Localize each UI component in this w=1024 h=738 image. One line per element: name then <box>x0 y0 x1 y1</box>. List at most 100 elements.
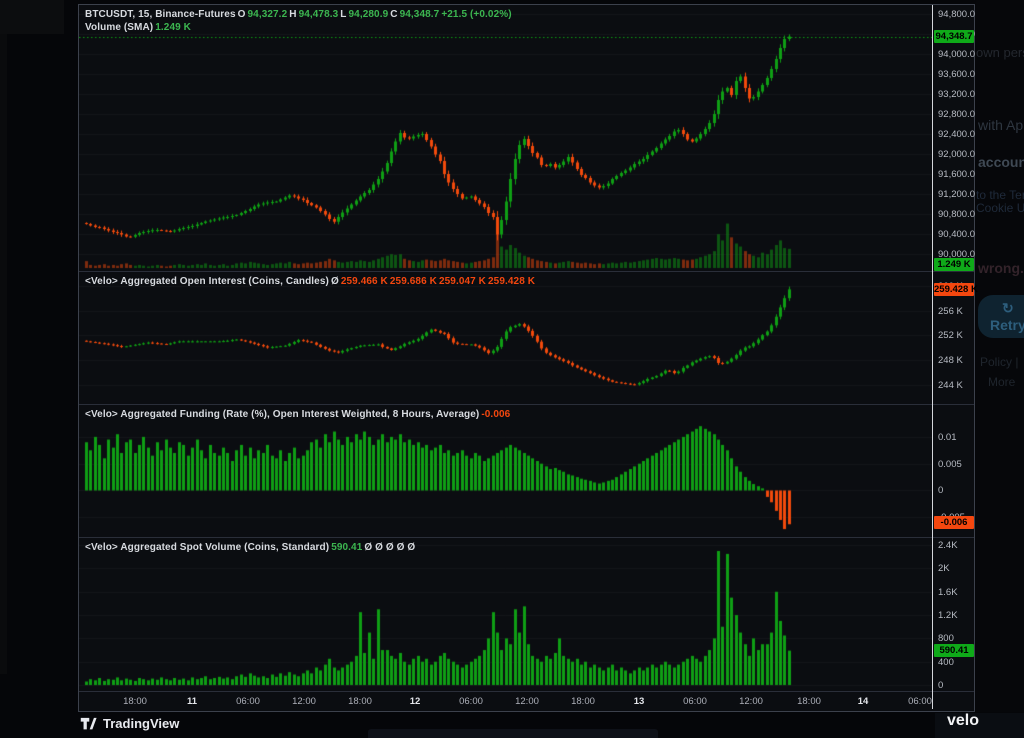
symbol-legend[interactable]: BTCUSDT, 15, Binance-FuturesO94,327.2H94… <box>85 9 514 20</box>
legend-text: 94,280.9 <box>349 9 389 20</box>
time-tick-label: 18:00 <box>797 696 821 707</box>
legend-text: <Velo> Aggregated Open Interest (Coins, … <box>85 276 329 287</box>
background-text-fragment: More <box>988 375 1015 389</box>
axis-tick-label: 244 K <box>938 380 963 391</box>
retry-button[interactable]: ↻ Retry <box>978 295 1024 338</box>
time-tick-label: 06:00 <box>459 696 483 707</box>
time-tick-label: 12:00 <box>739 696 763 707</box>
axis-tick-label: 2.4K <box>938 540 958 551</box>
orange-value-tag: -0.006 <box>934 516 974 529</box>
legend-text: <Velo> Aggregated Funding (Rate (%), Ope… <box>85 409 479 420</box>
background-text-fragment: Cookie U <box>976 201 1024 215</box>
time-tick-label: 13 <box>634 696 645 707</box>
axis-tick-label: 1.6K <box>938 587 958 598</box>
green-value-tag: 1.249 K <box>934 258 974 271</box>
legend-text: 259.466 K <box>341 276 388 287</box>
axis-tick-label: 400 <box>938 657 954 668</box>
axis-tick-label: 94,800.0 <box>938 9 975 20</box>
spot-volume-pane-canvas[interactable] <box>79 538 932 691</box>
axis-tick-label: 256 K <box>938 306 963 317</box>
background-text-fragment: account <box>978 154 1024 170</box>
tradingview-logo-icon <box>80 717 97 731</box>
time-tick-label: 11 <box>187 696 197 707</box>
background-text-fragment: own perso <box>976 45 1024 60</box>
legend-text: BTCUSDT, 15, Binance-Futures <box>85 9 236 20</box>
time-tick-label: 06:00 <box>236 696 260 707</box>
axis-tick-label: 92,000.0 <box>938 149 975 160</box>
axis-tick-label: 0 <box>938 680 943 691</box>
clipped-bottom-banner <box>368 729 658 738</box>
orange-value-tag: 259.428 K <box>934 283 974 296</box>
price-axis[interactable]: 94,800.094,400.094,000.093,600.093,200.0… <box>933 5 974 692</box>
time-tick-label: 18:00 <box>348 696 372 707</box>
axis-tick-label: 93,200.0 <box>938 89 975 100</box>
page-left-edge <box>0 34 7 674</box>
legend-text: +21.5 (+0.02%) <box>441 9 511 20</box>
time-tick-label: 12 <box>410 696 421 707</box>
legend-text: 1.249 K <box>155 22 191 33</box>
legend-text: L <box>340 9 346 20</box>
legend-text: Volume (SMA) <box>85 22 153 33</box>
legend-text: H <box>289 9 296 20</box>
legend-text: 94,478.3 <box>299 9 339 20</box>
legend-text: Ø <box>331 276 339 287</box>
time-tick-label: 18:00 <box>123 696 147 707</box>
funding-pane-canvas[interactable] <box>79 405 932 537</box>
axis-tick-label: 2K <box>938 563 950 574</box>
axis-tick-label: 92,400.0 <box>938 129 975 140</box>
axis-tick-label: 0.005 <box>938 459 962 470</box>
legend-text: 94,348.7 <box>400 9 440 20</box>
background-text-fragment: with Ap <box>978 117 1023 133</box>
tradingview-page: own perso with Ap account to the TerCookie … <box>0 0 1024 738</box>
axis-tick-label: 252 K <box>938 330 963 341</box>
open-interest-legend[interactable]: <Velo> Aggregated Open Interest (Coins, … <box>85 276 537 287</box>
legend-text: -0.006 <box>481 409 510 420</box>
legend-text: 590.41 <box>331 542 362 553</box>
tradingview-attribution-label: TradingView <box>103 716 179 731</box>
background-text-fragment: to the Ter <box>976 188 1024 202</box>
legend-text: C <box>390 9 397 20</box>
time-tick-label: 18:00 <box>571 696 595 707</box>
green-value-tag: 590.41 <box>934 644 974 657</box>
funding-legend[interactable]: <Velo> Aggregated Funding (Rate (%), Ope… <box>85 409 512 420</box>
axis-tick-label: 0 <box>938 485 943 496</box>
tradingview-attribution[interactable]: TradingView <box>80 716 179 731</box>
axis-tick-label: 94,000.0 <box>938 49 975 60</box>
spot-volume-legend[interactable]: <Velo> Aggregated Spot Volume (Coins, St… <box>85 542 417 553</box>
legend-text: Ø Ø Ø Ø Ø <box>364 542 415 553</box>
pane-separator[interactable] <box>79 271 974 272</box>
green-value-tag: 94,348.7 <box>934 30 974 43</box>
axis-tick-label: 92,800.0 <box>938 109 975 120</box>
pane-separator[interactable] <box>79 404 974 405</box>
pane-separator[interactable] <box>79 537 974 538</box>
background-text-fragment: wrong. <box>978 260 1024 276</box>
axis-tick-label: 93,600.0 <box>938 69 975 80</box>
axis-tick-label: 90,800.0 <box>938 209 975 220</box>
legend-text: <Velo> Aggregated Spot Volume (Coins, St… <box>85 542 329 553</box>
legend-text: 259.047 K <box>439 276 486 287</box>
axis-tick-label: 1.2K <box>938 610 958 621</box>
open-interest-pane-canvas[interactable] <box>79 272 932 404</box>
time-axis[interactable]: 18:00 11 06:00 12:00 18:00 12 06:00 12:00 18:00 1… <box>79 692 932 711</box>
background-text-fragment: Policy | <box>980 355 1018 369</box>
axis-tick-label: 91,600.0 <box>938 169 975 180</box>
velo-logo[interactable]: velo <box>947 712 979 730</box>
page-corner-block <box>0 0 64 34</box>
time-tick-label: 12:00 <box>292 696 316 707</box>
legend-text: 259.428 K <box>488 276 535 287</box>
time-tick-label: 14 <box>858 696 869 707</box>
axis-tick-label: 90,400.0 <box>938 229 975 240</box>
legend-text: O <box>238 9 246 20</box>
axis-tick-label: 91,200.0 <box>938 189 975 200</box>
legend-text: 94,327.2 <box>248 9 288 20</box>
time-tick-label: 12:00 <box>515 696 539 707</box>
axis-tick-label: 800 <box>938 633 954 644</box>
time-tick-label: 06:00 <box>683 696 707 707</box>
chart-widget[interactable]: BTCUSDT, 15, Binance-FuturesO94,327.2H94… <box>78 4 975 712</box>
axis-tick-label: 248 K <box>938 355 963 366</box>
price-pane-canvas[interactable] <box>79 5 932 271</box>
axis-tick-label: 0.01 <box>938 432 957 443</box>
legend-text: 259.686 K <box>390 276 437 287</box>
volume-legend[interactable]: Volume (SMA)1.249 K <box>85 22 193 33</box>
time-tick-label: 06:00 <box>908 696 932 707</box>
